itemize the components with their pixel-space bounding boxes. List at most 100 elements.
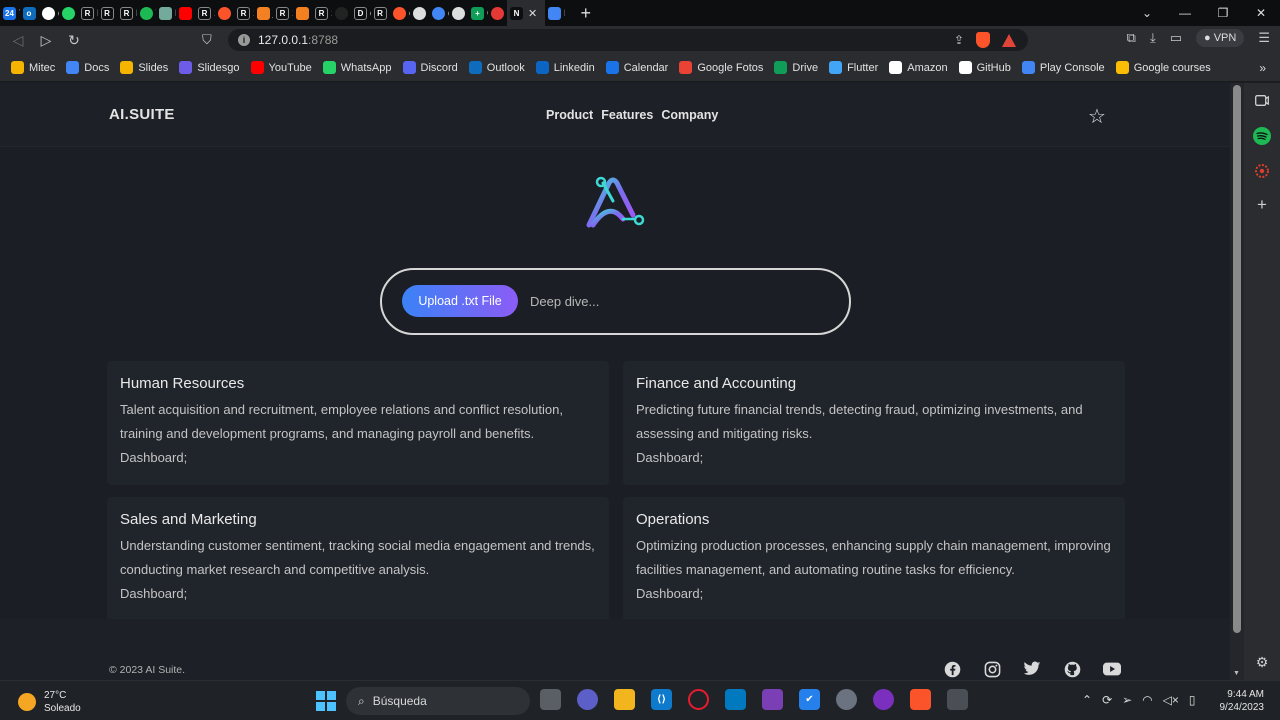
volume-icon[interactable]: ◁×: [1163, 693, 1179, 707]
video-icon[interactable]: [1253, 91, 1271, 109]
bookmark-item[interactable]: Discord: [402, 61, 458, 74]
scroll-down-arrow-icon[interactable]: ▼: [1233, 670, 1240, 677]
canvas-icon[interactable]: [1253, 162, 1271, 180]
maximize-button[interactable]: ❐: [1204, 6, 1242, 20]
menu-icon[interactable]: ☰: [1258, 30, 1270, 46]
site-info-icon[interactable]: i: [238, 34, 250, 46]
tab-item[interactable]: RN: [117, 0, 137, 26]
tab-item[interactable]: 24Te: [0, 0, 20, 26]
todo-icon[interactable]: ✔: [799, 689, 820, 710]
sidebar-toggle-icon[interactable]: ▭: [1170, 30, 1182, 46]
tab-item[interactable]: cc: [390, 0, 410, 26]
youtube-icon[interactable]: [1103, 660, 1121, 678]
tab-item[interactable]: R1:: [312, 0, 332, 26]
podcast-icon[interactable]: [873, 689, 894, 710]
card-human-resources[interactable]: Human Resources Talent acquisition and r…: [107, 361, 609, 485]
reload-button[interactable]: ↻: [60, 32, 88, 49]
add-panel-icon[interactable]: +: [1253, 195, 1271, 214]
card-operations[interactable]: Operations Optimizing production process…: [623, 497, 1125, 621]
chevron-up-icon[interactable]: ⌃: [1082, 693, 1092, 707]
task-view-icon[interactable]: [540, 689, 561, 710]
bookmark-icon[interactable]: ⛉: [202, 32, 212, 48]
vscode-icon[interactable]: ⟨⟩: [651, 689, 672, 710]
bookmark-item[interactable]: Docs: [66, 61, 109, 74]
wifi-icon[interactable]: ◠: [1142, 693, 1152, 707]
forward-button[interactable]: ▷: [32, 32, 60, 49]
bookmark-item[interactable]: Flutter: [829, 61, 878, 74]
bookmark-item[interactable]: Google Fotos: [679, 61, 763, 74]
tab-item[interactable]: Er: [293, 0, 312, 26]
tab-item[interactable]: RN: [98, 0, 117, 26]
card-sales-marketing[interactable]: Sales and Marketing Understanding custom…: [107, 497, 609, 621]
taskbar-clock[interactable]: 9:44 AM 9/24/2023: [1216, 688, 1265, 714]
tab-item[interactable]: R1:: [273, 0, 293, 26]
tab-item[interactable]: +C:: [468, 0, 488, 26]
teams-icon[interactable]: [577, 689, 598, 710]
bookmark-item[interactable]: Google courses: [1115, 61, 1211, 74]
bookmark-item[interactable]: Calendar: [605, 61, 668, 74]
tab-item[interactable]: dy: [39, 0, 59, 26]
bookmark-item[interactable]: Linkedin: [535, 61, 595, 74]
bookmark-item[interactable]: Drive: [774, 61, 818, 74]
tab-item[interactable]: ja: [254, 0, 273, 26]
bookmark-item[interactable]: GitHub: [958, 61, 1011, 74]
github-icon[interactable]: [1063, 660, 1081, 678]
extensions-icon[interactable]: ⧉: [1127, 30, 1136, 46]
tab-item[interactable]: D: [488, 0, 507, 26]
tab-item[interactable]: R1:: [234, 0, 254, 26]
tab-item[interactable]: lir: [176, 0, 195, 26]
visual-studio-icon[interactable]: [762, 689, 783, 710]
instagram-icon[interactable]: [983, 660, 1001, 678]
tab-item[interactable]: Dde: [351, 0, 371, 26]
page-scrollbar[interactable]: ▼: [1230, 83, 1244, 680]
send-icon[interactable]: ➢: [1122, 693, 1132, 707]
file-explorer-icon[interactable]: [614, 689, 635, 710]
tab-item[interactable]: us: [215, 0, 234, 26]
tab-item[interactable]: 1:: [410, 0, 429, 26]
tab-item[interactable]: Ti: [137, 0, 156, 26]
scrollbar-thumb[interactable]: [1233, 85, 1241, 633]
tab-item[interactable]: R1:: [371, 0, 390, 26]
tab-last[interactable]: Bi: [545, 0, 565, 26]
bookmark-item[interactable]: YouTube: [250, 61, 312, 74]
back-button[interactable]: ◁: [4, 32, 32, 49]
close-tab-icon[interactable]: ✕: [528, 7, 537, 20]
bookmark-item[interactable]: Play Console: [1021, 61, 1105, 74]
brave-rewards-icon[interactable]: [1002, 33, 1016, 47]
tab-item[interactable]: Bi: [332, 0, 351, 26]
tab-item[interactable]: di: [429, 0, 449, 26]
tab-active[interactable]: N ✕: [507, 0, 545, 26]
tab-item[interactable]: (1: [59, 0, 78, 26]
sync-icon[interactable]: ⟳: [1102, 693, 1112, 707]
taskbar-search[interactable]: ⌕ Búsqueda: [346, 687, 530, 715]
bookmark-item[interactable]: Slides: [120, 61, 168, 74]
tab-item[interactable]: oC: [20, 0, 39, 26]
bookmark-item[interactable]: WhatsApp: [322, 61, 392, 74]
nav-product[interactable]: Product: [546, 108, 593, 122]
tab-item[interactable]: Pr: [156, 0, 176, 26]
windows-start-icon[interactable]: [316, 691, 336, 711]
bookmark-item[interactable]: Outlook: [468, 61, 525, 74]
new-tab-button[interactable]: +: [581, 3, 592, 24]
card-finance-accounting[interactable]: Finance and Accounting Predicting future…: [623, 361, 1125, 485]
bookmark-item[interactable]: Amazon: [889, 61, 948, 74]
bookmark-item[interactable]: Mitec: [11, 61, 55, 74]
trello-icon[interactable]: [725, 689, 746, 710]
settings-icon[interactable]: [836, 689, 857, 710]
spotify-icon[interactable]: [1253, 127, 1271, 145]
share-icon[interactable]: ⇪: [954, 33, 964, 47]
virtualbox-icon[interactable]: [947, 689, 968, 710]
bookmarks-overflow-button[interactable]: »: [1259, 61, 1266, 75]
tab-item[interactable]: R1:: [195, 0, 215, 26]
tab-search-icon[interactable]: ⌄: [1128, 6, 1166, 20]
star-icon[interactable]: ☆: [1088, 104, 1106, 129]
twitter-icon[interactable]: [1023, 660, 1041, 678]
brave-shields-icon[interactable]: [976, 32, 990, 48]
brand-logo-text[interactable]: AI.SUITE: [109, 106, 175, 123]
close-window-button[interactable]: ✕: [1242, 6, 1280, 20]
tab-item[interactable]: 1:: [449, 0, 468, 26]
weather-widget[interactable]: 27°C Soleado: [18, 689, 81, 715]
tab-item[interactable]: RN: [78, 0, 98, 26]
nav-features[interactable]: Features: [601, 108, 653, 122]
deep-dive-input[interactable]: [530, 289, 820, 313]
